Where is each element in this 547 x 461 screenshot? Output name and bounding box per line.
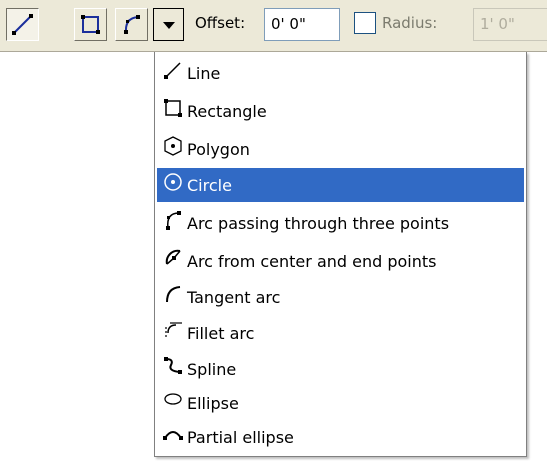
offset-label: Offset: bbox=[195, 14, 246, 32]
offset-input[interactable]: 0' 0" bbox=[264, 8, 340, 41]
radius-label: Radius: bbox=[382, 14, 438, 32]
menu-item-rectangle[interactable]: Rectangle bbox=[157, 94, 524, 128]
menu-item-spline[interactable]: Spline bbox=[157, 352, 524, 386]
ellipse-icon bbox=[164, 393, 182, 405]
sketch-toolbar: Offset: 0' 0" Radius: 1' 0" bbox=[0, 0, 547, 52]
fillet-arc-icon bbox=[165, 322, 182, 339]
arc-three-points-icon bbox=[166, 211, 181, 230]
menu-item-arc-center-end[interactable]: Arc from center and end points bbox=[157, 244, 524, 278]
shape-dropdown-button[interactable] bbox=[153, 8, 184, 41]
line-icon bbox=[164, 62, 181, 79]
menu-item-partial-ellipse[interactable]: Partial ellipse bbox=[157, 420, 524, 454]
menu-item-tangent-arc[interactable]: Tangent arc bbox=[157, 280, 524, 314]
menu-item-arc-three-points[interactable]: Arc passing through three points bbox=[157, 206, 524, 240]
menu-item-ellipse[interactable]: Ellipse bbox=[157, 386, 524, 420]
line-tool-button[interactable] bbox=[6, 8, 39, 41]
arc-three-points-icon bbox=[124, 15, 140, 34]
polygon-icon bbox=[164, 136, 182, 156]
spline-icon bbox=[164, 357, 182, 374]
menu-item-line[interactable]: Line bbox=[157, 56, 524, 90]
menu-item-fillet-arc[interactable]: Fillet arc bbox=[157, 316, 524, 350]
radius-checkbox[interactable] bbox=[354, 12, 376, 34]
rectangle-icon bbox=[81, 15, 100, 34]
partial-ellipse-icon bbox=[163, 431, 183, 440]
rectangle-icon bbox=[164, 99, 182, 117]
shape-dropdown-menu: Line Rectangle Polygon Circle Arc passin… bbox=[154, 52, 527, 457]
chevron-down-icon bbox=[163, 22, 175, 29]
arc-tool-button[interactable] bbox=[115, 8, 148, 41]
radius-input[interactable]: 1' 0" bbox=[473, 8, 547, 41]
line-icon bbox=[12, 14, 33, 35]
tangent-arc-icon bbox=[166, 286, 181, 303]
circle-icon bbox=[164, 173, 182, 191]
menu-item-circle[interactable]: Circle bbox=[157, 168, 524, 202]
arc-center-end-icon bbox=[165, 249, 181, 265]
rectangle-tool-button[interactable] bbox=[74, 8, 107, 41]
menu-item-polygon[interactable]: Polygon bbox=[157, 132, 524, 166]
